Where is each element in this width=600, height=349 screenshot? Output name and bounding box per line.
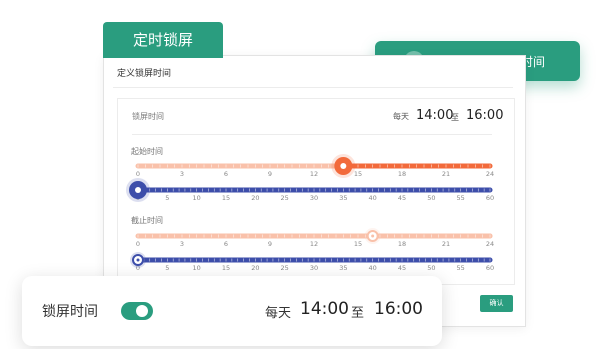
summary-to-label: 至 (351, 306, 365, 321)
start-minute-slider-tick-label: 40 (369, 194, 377, 202)
time-sliders: 0369121518212405101520253035404550556003… (126, 154, 494, 272)
summary-everyday-label: 每天 (265, 306, 292, 321)
end-hour-slider-knob-center (371, 234, 375, 238)
start-minute-slider-tick-label: 15 (222, 194, 230, 202)
start-minute-slider-knob-center (135, 187, 141, 193)
end-minute-slider-tick-label: 30 (310, 264, 318, 272)
lock-time-label: 锁屏时间 (132, 112, 164, 121)
start-minute-slider-tick-label: 45 (398, 194, 406, 202)
start-hour-slider-tick-label: 6 (224, 170, 228, 178)
end-hour-slider-tick-label: 9 (268, 240, 272, 248)
end-minute-slider-tick-label: 5 (165, 264, 169, 272)
end-minute-slider-tick-label: 35 (339, 264, 347, 272)
end-minute-slider-tick-label: 45 (398, 264, 406, 272)
summary-lock-time-label: 锁屏时间 (42, 304, 98, 320)
start-minute-slider-tick-label: 60 (486, 194, 494, 202)
start-minute-slider-tick-label: 50 (427, 194, 435, 202)
start-minute-slider-tick-label: 55 (457, 194, 465, 202)
summary-end-time: 16:00 (374, 299, 423, 319)
divider (113, 87, 513, 88)
end-minute-slider-knob-center (136, 258, 140, 262)
start-minute-slider-tick-label: 5 (165, 194, 169, 202)
end-hour-slider-tick-label: 3 (180, 240, 184, 248)
confirm-button[interactable]: 确认 (480, 295, 513, 312)
start-hour-slider-tick-label: 3 (180, 170, 184, 178)
start-hour-slider-tick-label: 21 (442, 170, 450, 178)
start-hour-slider-tick-label: 0 (136, 170, 140, 178)
start-hour-slider-tick-label: 9 (268, 170, 272, 178)
start-minute-slider-tick-label: 30 (310, 194, 318, 202)
end-minute-slider-tick-label: 55 (457, 264, 465, 272)
start-hour-slider-tick-label: 12 (310, 170, 318, 178)
end-time-value: 16:00 (466, 108, 504, 123)
end-hour-slider-tick-label: 0 (136, 240, 140, 248)
start-hour-slider-tick-label: 15 (354, 170, 362, 178)
start-hour-slider-knob-center (340, 163, 347, 169)
to-label: 至 (451, 113, 459, 122)
start-minute-slider-tick-label: 35 (339, 194, 347, 202)
end-hour-slider-tick-label: 15 (354, 240, 362, 248)
end-minute-slider-tick-label: 50 (427, 264, 435, 272)
end-minute-slider-tick-label: 40 (369, 264, 377, 272)
end-hour-slider-tick-label: 18 (398, 240, 406, 248)
divider (132, 134, 492, 135)
end-minute-slider-tick-label: 60 (486, 264, 494, 272)
tab-scheduled-lock[interactable]: 定时锁屏 (103, 22, 223, 58)
end-hour-slider-tick-label: 6 (224, 240, 228, 248)
start-hour-slider-tick-label: 18 (398, 170, 406, 178)
start-time-value: 14:00 (416, 108, 454, 123)
end-hour-slider-tick-label: 21 (442, 240, 450, 248)
start-minute-slider-tick-label: 10 (193, 194, 201, 202)
end-hour-slider-tick-label: 24 (486, 240, 494, 248)
card-title: 定义锁屏时间 (117, 69, 172, 79)
start-minute-slider-tick-label: 20 (251, 194, 259, 202)
end-minute-slider-tick-label: 15 (222, 264, 230, 272)
everyday-label: 每天 (393, 112, 409, 121)
start-hour-slider-tick-label: 24 (486, 170, 494, 178)
toggle-knob (136, 305, 148, 317)
end-hour-slider-tick-label: 12 (310, 240, 318, 248)
end-minute-slider-tick-label: 25 (281, 264, 289, 272)
start-minute-slider-tick-label: 25 (281, 194, 289, 202)
end-minute-slider-tick-label: 20 (251, 264, 259, 272)
summary-start-time: 14:00 (300, 299, 349, 319)
end-minute-slider-tick-label: 10 (193, 264, 201, 272)
